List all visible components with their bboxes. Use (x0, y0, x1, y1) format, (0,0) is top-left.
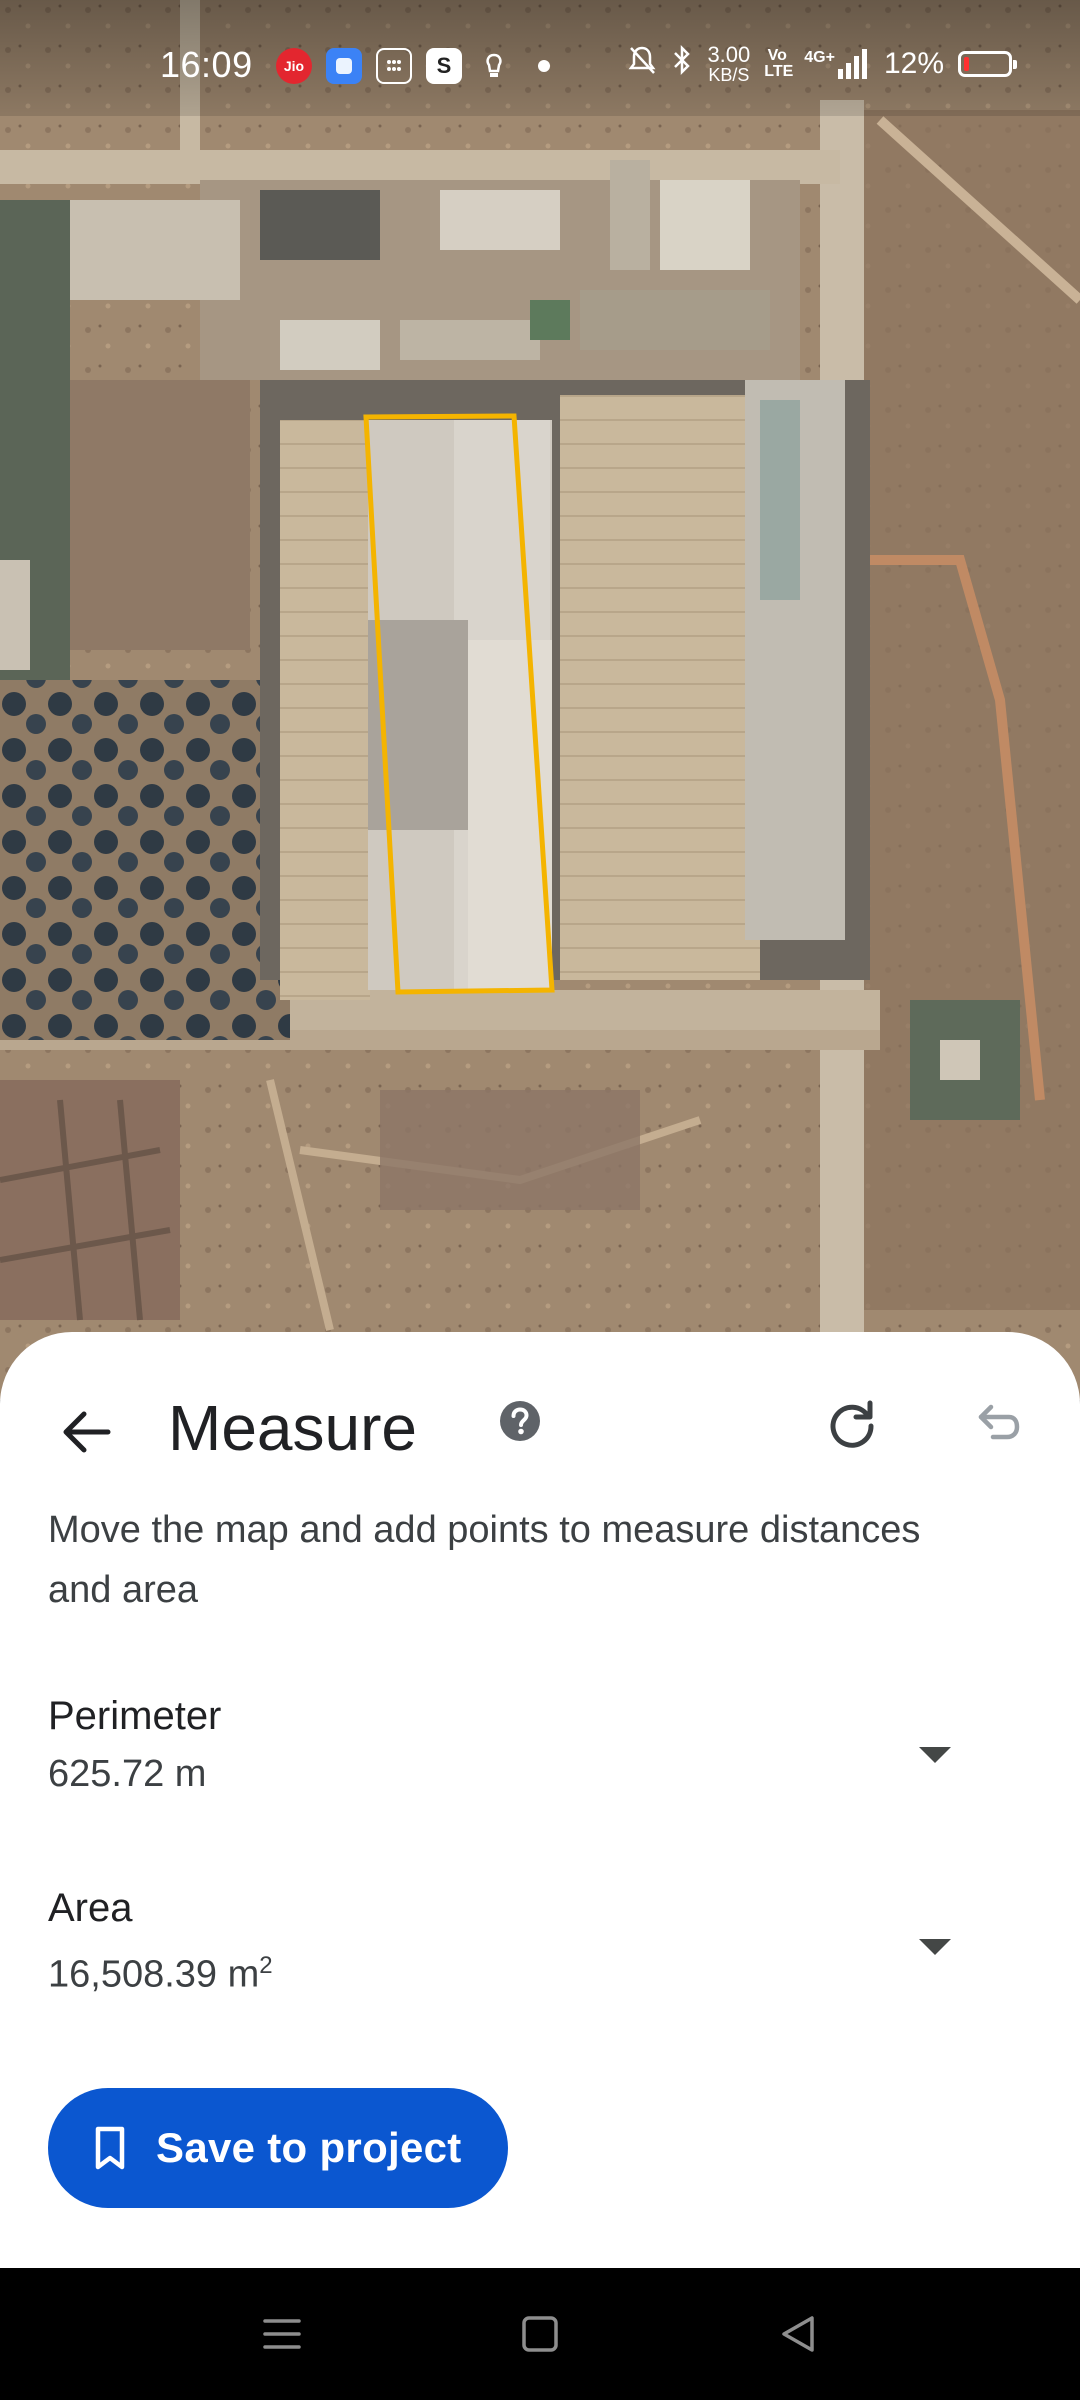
menu-lines-icon (263, 2319, 301, 2349)
panel-title: Measure (168, 1392, 417, 1464)
help-button[interactable] (496, 1397, 544, 1445)
undo-button[interactable] (960, 1388, 1032, 1460)
perimeter-row[interactable]: Perimeter 625.72 m (48, 1688, 1008, 1808)
area-units-dropdown[interactable] (908, 1920, 962, 1974)
more-notifications-dot-icon (526, 48, 562, 84)
perimeter-value: 625.72 m (48, 1753, 207, 1795)
perimeter-units-dropdown[interactable] (908, 1728, 962, 1782)
measure-panel: Measure Move the map and add points to m… (0, 1332, 1080, 2268)
area-value: 16,508.39 m2 (48, 1952, 273, 1996)
signal-icon: 4G+ (804, 49, 870, 79)
battery-icon (958, 51, 1017, 77)
bulb-icon (476, 48, 512, 84)
dropdown-arrow-icon (919, 1747, 951, 1763)
mute-bell-icon (627, 44, 657, 84)
s-app-icon: S (426, 48, 462, 84)
bookmark-icon (95, 2126, 125, 2170)
status-time: 16:09 (160, 44, 253, 85)
back-nav-button[interactable] (770, 2306, 826, 2362)
area-row[interactable]: Area 16,508.39 m2 (48, 1880, 1008, 2000)
volte-icon: Vo LTE (764, 47, 794, 80)
system-status-icons: 3.00 KB/S Vo LTE 4G+ 12% (627, 42, 1017, 85)
dropdown-arrow-icon (919, 1939, 951, 1955)
notification-icons: Jio S (276, 48, 562, 84)
square-home-icon (522, 2316, 558, 2352)
status-bar: 16:09 Jio S 3.00 KB/S Vo LTE 4G+ 12% (0, 0, 1080, 116)
app-blue-icon (326, 48, 362, 84)
reset-button[interactable] (816, 1388, 888, 1460)
satellite-map[interactable] (0, 0, 1080, 1400)
battery-percent: 12% (883, 47, 944, 80)
calculator-icon (376, 48, 412, 84)
undo-icon (978, 1404, 1020, 1440)
recents-button[interactable] (254, 2306, 310, 2362)
jio-icon: Jio (276, 48, 312, 84)
triangle-back-icon (782, 2316, 814, 2352)
bluetooth-icon (671, 44, 693, 84)
arrow-back-icon (63, 1411, 111, 1453)
perimeter-label: Perimeter (48, 1694, 222, 1738)
network-speed: 3.00 KB/S (707, 42, 751, 85)
area-label: Area (48, 1886, 133, 1930)
system-navigation-bar (0, 2268, 1080, 2400)
area-unit-superscript: 2 (259, 1952, 273, 1979)
refresh-icon (830, 1400, 874, 1448)
save-to-project-button[interactable]: Save to project (48, 2088, 508, 2208)
help-icon (500, 1401, 540, 1441)
save-button-label: Save to project (156, 2124, 462, 2171)
back-button[interactable] (50, 1396, 122, 1468)
home-button[interactable] (512, 2306, 568, 2362)
measure-instructions: Move the map and add points to measure d… (48, 1509, 921, 1611)
